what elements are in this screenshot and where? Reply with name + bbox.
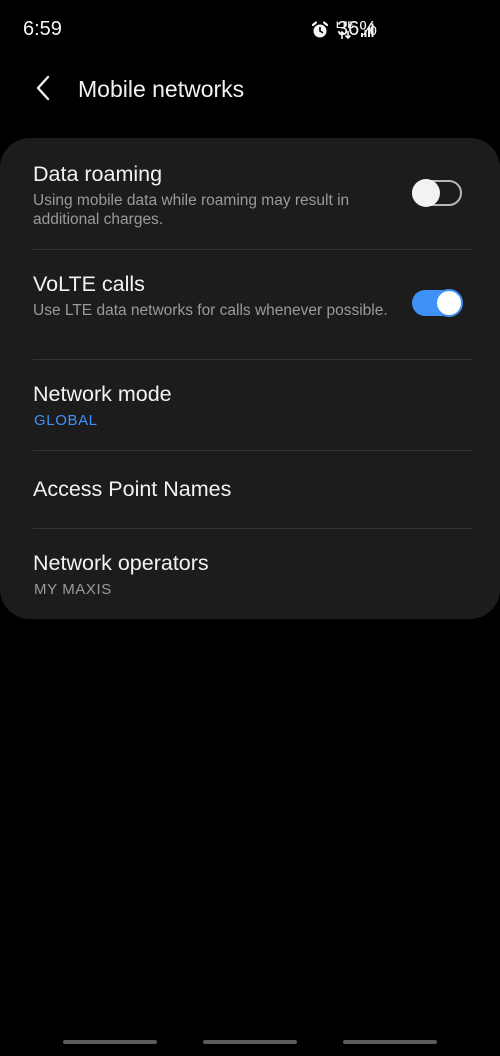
- home-button[interactable]: [203, 1040, 297, 1044]
- data-roaming-description: Using mobile data while roaming may resu…: [33, 192, 350, 228]
- network-mode-row[interactable]: Network mode GLOBAL: [0, 360, 500, 450]
- volte-row[interactable]: VoLTE calls Use LTE data networks for ca…: [0, 250, 500, 359]
- network-operators-title: Network operators: [33, 551, 209, 575]
- app-header: Mobile networks: [0, 62, 500, 118]
- toggle-knob: [412, 179, 440, 207]
- alarm-icon: [310, 20, 330, 40]
- back-button[interactable]: [26, 72, 62, 108]
- settings-card: Data roaming Using mobile data while roa…: [0, 138, 500, 619]
- status-bar: 6:59 LTE 36%: [0, 0, 500, 62]
- volte-title: VoLTE calls: [33, 272, 145, 296]
- back-nav-button[interactable]: [343, 1040, 437, 1044]
- status-time: 6:59: [23, 18, 62, 40]
- data-roaming-title: Data roaming: [33, 162, 163, 186]
- chevron-left-icon: [34, 74, 54, 107]
- access-point-names-row[interactable]: Access Point Names: [0, 451, 500, 528]
- data-roaming-row[interactable]: Data roaming Using mobile data while roa…: [0, 138, 500, 249]
- navigation-bar: [0, 1026, 500, 1056]
- battery-level: 36%: [337, 18, 378, 40]
- network-operators-row[interactable]: Network operators MY MAXIS: [0, 529, 500, 619]
- data-roaming-toggle[interactable]: [412, 179, 462, 207]
- network-mode-value: GLOBAL: [34, 412, 98, 429]
- volte-toggle[interactable]: [412, 289, 463, 317]
- network-mode-title: Network mode: [33, 382, 172, 406]
- access-point-names-title: Access Point Names: [33, 477, 232, 501]
- recents-button[interactable]: [63, 1040, 157, 1044]
- volte-description: Use LTE data networks for calls whenever…: [33, 302, 388, 319]
- page-title: Mobile networks: [78, 76, 245, 102]
- network-operators-value: MY MAXIS: [34, 581, 112, 598]
- toggle-knob: [435, 289, 463, 317]
